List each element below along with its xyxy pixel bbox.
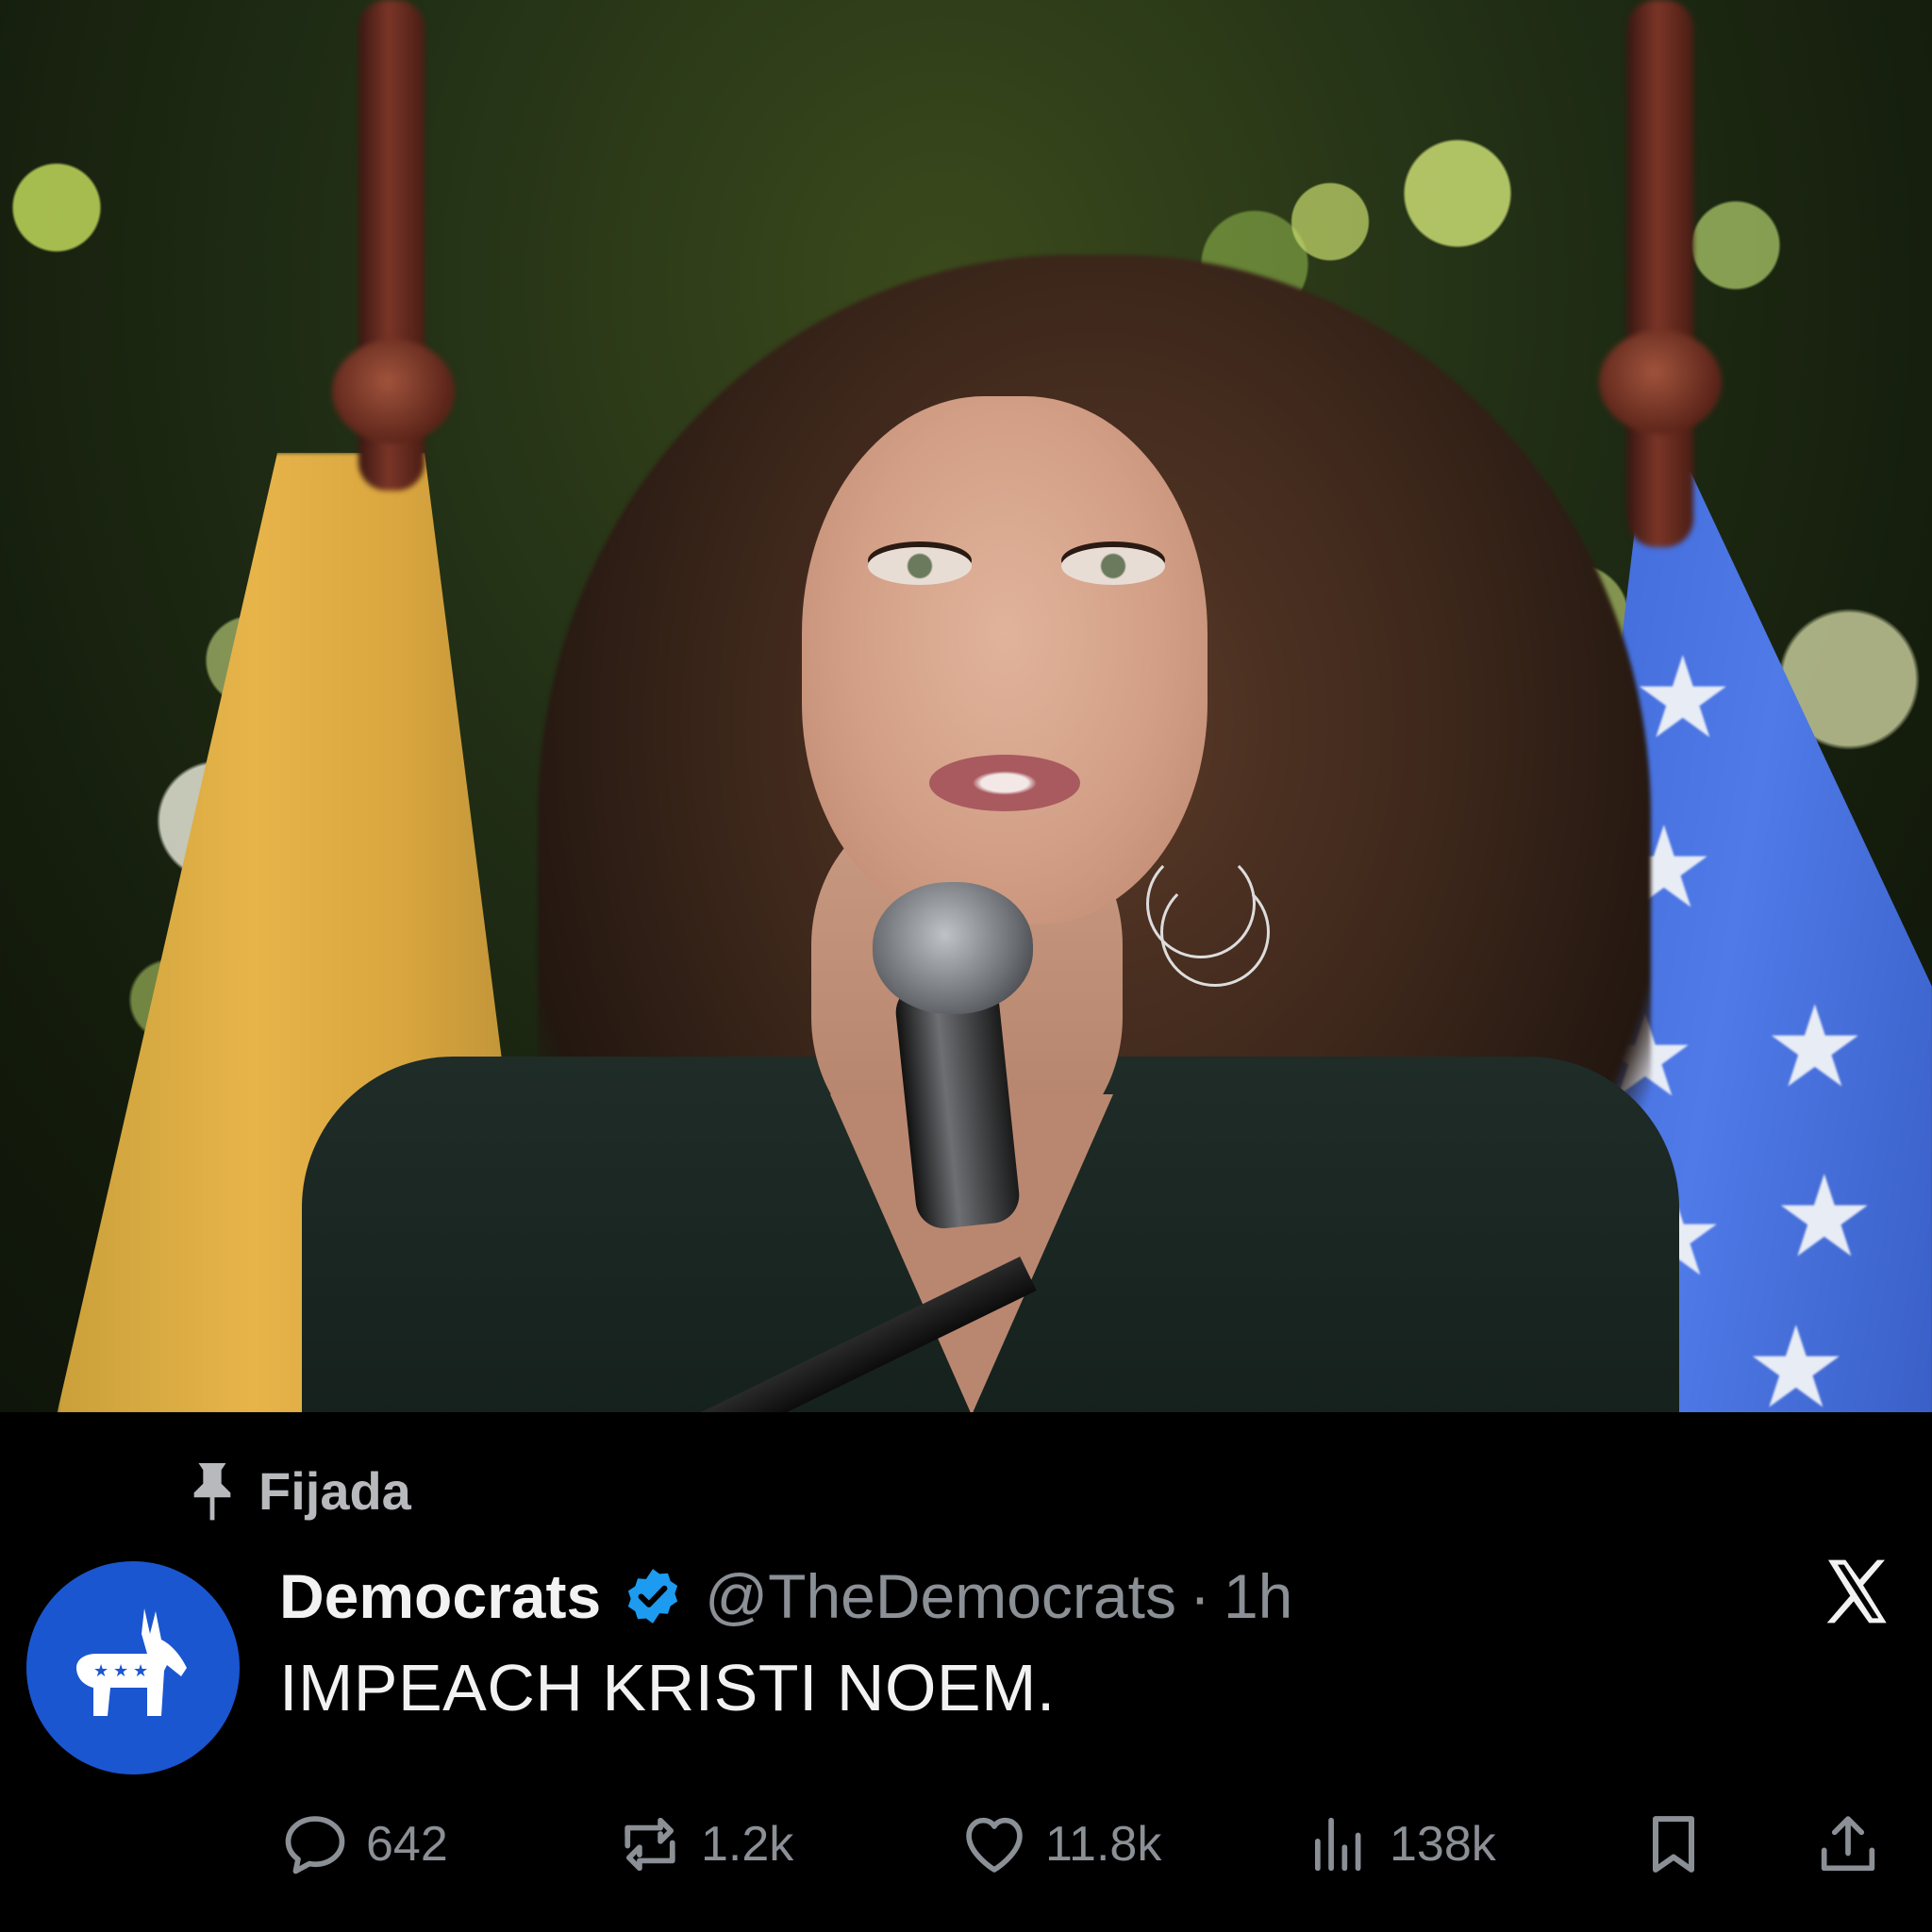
pin-icon <box>193 1463 231 1521</box>
tweet-card[interactable]: Fijada ★ ★ ★ Democrats @TheDemocrats · 1… <box>0 1412 1932 1932</box>
pinned-indicator: Fijada <box>185 1457 411 1524</box>
reply-count: 642 <box>366 1817 448 1872</box>
tweet-text: IMPEACH KRISTI NOEM. <box>279 1651 1056 1724</box>
share-button[interactable] <box>1812 1808 1884 1880</box>
like-button[interactable]: 11.8k <box>958 1808 1161 1880</box>
views-button[interactable]: 138k <box>1303 1808 1496 1880</box>
flag-star: ★ <box>1745 1305 1847 1412</box>
repost-icon <box>625 1817 675 1872</box>
microphone-head <box>873 882 1033 1014</box>
reply-icon <box>285 1816 345 1874</box>
pinned-label: Fijada <box>258 1460 411 1521</box>
share-icon <box>1821 1816 1875 1872</box>
author-handle[interactable]: @TheDemocrats <box>705 1560 1176 1632</box>
speaker-face <box>802 396 1208 924</box>
flag-star: ★ <box>1774 1154 1875 1280</box>
earring <box>1160 877 1270 987</box>
views-count: 138k <box>1390 1817 1496 1872</box>
svg-text:★: ★ <box>93 1661 108 1681</box>
x-logo-icon <box>1826 1559 1887 1624</box>
like-icon <box>966 1817 1023 1873</box>
verified-badge-icon <box>628 1569 678 1624</box>
tweet-timestamp[interactable]: 1h <box>1224 1560 1292 1632</box>
tweet-header: Democrats @TheDemocrats · 1h <box>279 1554 1292 1639</box>
svg-text:★: ★ <box>113 1661 128 1681</box>
avatar[interactable]: ★ ★ ★ <box>26 1561 240 1774</box>
views-icon <box>1314 1817 1361 1872</box>
svg-text:★: ★ <box>133 1661 148 1681</box>
flag-finial-left <box>332 340 455 443</box>
speaker-eye-right <box>1061 547 1165 585</box>
tweet-photo[interactable]: ★ ★ ★ ★ ★ ★ ★ <box>0 0 1932 1412</box>
flag-star: ★ <box>1764 984 1866 1110</box>
flag-star: ★ <box>1632 635 1734 761</box>
reply-button[interactable]: 642 <box>279 1808 448 1880</box>
flag-finial-right <box>1599 330 1722 434</box>
bookmark-icon <box>1652 1816 1695 1873</box>
donkey-icon: ★ ★ ★ <box>76 1608 187 1716</box>
flag-pole-right <box>1627 0 1693 547</box>
author-name[interactable]: Democrats <box>279 1560 601 1632</box>
repost-count: 1.2k <box>701 1817 794 1872</box>
like-count: 11.8k <box>1045 1817 1162 1872</box>
repost-button[interactable]: 1.2k <box>614 1808 793 1880</box>
speaker-eye-left <box>868 547 972 585</box>
meta-separator: · <box>1189 1561 1210 1631</box>
bookmark-button[interactable] <box>1638 1808 1709 1880</box>
speaker-mouth <box>929 755 1080 811</box>
tweet-actions: 642 1.2k 11.8k 138k <box>279 1808 1883 1884</box>
